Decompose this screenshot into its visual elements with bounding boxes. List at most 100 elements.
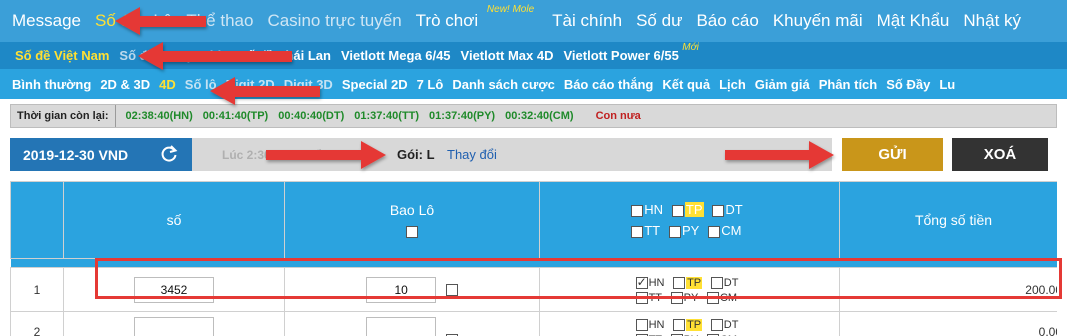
row-index: 1 (10, 267, 64, 312)
row-province-dt: DT (723, 318, 739, 331)
tab-7-lo[interactable]: 7 Lô (417, 77, 444, 92)
new-badge: New! Mole (486, 4, 535, 15)
lottery-type-navigation: Số đề Việt Nam Số đề Campuchia Số đề Thá… (0, 42, 1067, 69)
row-province-hn: HN (648, 318, 665, 331)
nav-message[interactable]: Message (12, 11, 81, 31)
row-checkbox-dt[interactable] (710, 318, 723, 331)
nav-lo[interactable]: Lô (153, 11, 172, 31)
tab-4d[interactable]: 4D (159, 77, 176, 92)
tab-phan-tich[interactable]: Phân tích (819, 77, 878, 92)
row-total: 200.00 (839, 267, 1057, 312)
row-checkbox-cm[interactable] (706, 291, 719, 304)
row-checkbox-tt[interactable] (635, 291, 648, 304)
header-province-tp: TP (684, 202, 704, 217)
row-checkbox-dt[interactable] (710, 276, 723, 289)
tab-digit-2d[interactable]: Digit 2D (226, 77, 275, 92)
nav-nhat-ky[interactable]: Nhật ký (963, 11, 1021, 31)
tab-bao-cao-thang[interactable]: Báo cáo thắng (564, 77, 654, 92)
row-checkbox-hn[interactable] (635, 318, 648, 331)
tab-so-lo[interactable]: Số lô (185, 77, 217, 92)
date-selector[interactable]: 2019-12-30 VND (10, 138, 192, 171)
countdown-bar: Thời gian còn lại: 02:38:40(HN) 00:41:40… (10, 104, 1057, 128)
subnav-vietlott-power-label: Vietlott Power 6/55 (563, 48, 679, 63)
header-checkbox-dt[interactable] (712, 204, 725, 217)
header-checkbox-py[interactable] (669, 225, 682, 238)
tab-danh-sach-cuoc[interactable]: Danh sách cược (452, 77, 554, 92)
row-province-tt: TT (648, 291, 663, 304)
connection-status: Con nưa (595, 110, 641, 122)
bet-table: số Bao Lô HN TP DT TT PY CM Tổng số tiền… (10, 181, 1057, 336)
row-province-tp: TP (686, 318, 703, 331)
nav-bao-cao[interactable]: Báo cáo (696, 11, 758, 31)
tab-lu[interactable]: Lu (939, 77, 955, 92)
header-so: số (63, 181, 285, 259)
tab-so-day[interactable]: Số Đầy (886, 77, 930, 92)
subnav-vietlott-power[interactable]: Vietlott Power 6/55 Mới (563, 42, 698, 63)
nav-so-de[interactable]: Số đề (95, 11, 139, 31)
header-bao-lo-label: Bao Lô (389, 202, 435, 218)
package-label: Gói: L (397, 147, 435, 162)
tab-special-2d[interactable]: Special 2D (342, 77, 408, 92)
refresh-icon[interactable] (160, 144, 178, 164)
subnav-so-de-thai-lan[interactable]: Số đề Thái Lan (238, 48, 330, 63)
nav-tai-chinh[interactable]: Tài chính (552, 11, 622, 31)
header-bao-lo: Bao Lô (284, 181, 540, 259)
nav-casino[interactable]: Casino trực tuyến (267, 11, 401, 31)
row-province-py: PY (683, 291, 699, 304)
bao-lo-input[interactable] (366, 317, 437, 336)
tab-lich[interactable]: Lịch (719, 77, 746, 92)
tab-ket-qua[interactable]: Kết quả (662, 77, 710, 92)
subnav-vietlott-max[interactable]: Vietlott Max 4D (461, 48, 554, 63)
header-checkbox-tt[interactable] (631, 225, 644, 238)
header-province-cm: CM (721, 223, 742, 238)
table-row: 2 HN TP DT TT PY CM (10, 311, 1057, 336)
subnav-vietlott-mega[interactable]: Vietlott Mega 6/45 (341, 48, 451, 63)
row-province-dt: DT (723, 276, 739, 289)
app-root: Message Số đề Lô Thể thao Casino trực tu… (0, 0, 1067, 336)
tab-2d-3d[interactable]: 2D & 3D (100, 77, 150, 92)
row-checkbox-hn[interactable] (635, 275, 648, 289)
row-checkbox-py[interactable] (670, 291, 683, 304)
subnav-so-de-viet-nam[interactable]: Số đề Việt Nam (15, 48, 109, 63)
info-text: Lúc 2:36 Thời điểm (222, 147, 332, 162)
countdown-cm: 00:32:40(CM) (505, 110, 574, 122)
header-provinces: HN TP DT TT PY CM (539, 181, 840, 259)
header-checkbox-cm[interactable] (708, 225, 721, 238)
submit-button[interactable]: GỬI (842, 138, 943, 171)
header-province-hn: HN (644, 202, 664, 217)
bao-lo-select-all-checkbox[interactable] (406, 226, 418, 238)
countdown-py: 01:37:40(PY) (429, 110, 496, 122)
countdown-label: Thời gian còn lại: (11, 105, 116, 127)
tab-digit-3d[interactable]: Digit 3D (284, 77, 333, 92)
header-checkbox-tp[interactable] (671, 204, 684, 217)
nav-so-du[interactable]: Số dư (636, 11, 682, 31)
change-package-link[interactable]: Thay đổi (447, 147, 497, 162)
nav-the-thao[interactable]: Thể thao (186, 11, 253, 31)
countdown-tp: 00:41:40(TP) (202, 110, 269, 122)
row-province-cm: CM (719, 291, 738, 304)
header-province-py: PY (682, 223, 700, 238)
row-checkbox-tp[interactable] (673, 318, 686, 331)
subnav-so-de-campuchia[interactable]: Số đề Campuchia (119, 48, 228, 63)
row-total: 0.00 (839, 311, 1057, 336)
nav-khuyen-mai[interactable]: Khuyến mãi (773, 11, 863, 31)
new-badge: Mới (682, 42, 699, 53)
date-label: 2019-12-30 VND (23, 146, 129, 163)
tab-giam-gia[interactable]: Giảm giá (755, 77, 810, 92)
nav-mat-khau[interactable]: Mật Khẩu (877, 11, 950, 31)
nav-tro-choi[interactable]: Trò chơi New! Mole (416, 4, 534, 31)
header-province-dt: DT (725, 202, 743, 217)
number-input[interactable]: 3452 (134, 276, 214, 303)
bao-lo-checkbox[interactable] (445, 284, 458, 297)
bao-lo-input[interactable]: 10 (366, 276, 437, 303)
tab-binh-thuong[interactable]: Bình thường (12, 77, 91, 92)
header-checkbox-hn[interactable] (631, 204, 644, 217)
countdown-dt: 00:40:40(DT) (278, 110, 345, 122)
countdown-tt: 01:37:40(TT) (354, 110, 420, 122)
row-province-tp: TP (686, 276, 703, 289)
row-checkbox-tp[interactable] (673, 276, 686, 289)
header-total: Tổng số tiền (839, 181, 1057, 259)
number-input[interactable] (134, 317, 214, 336)
table-row: 1 3452 10 HN TP DT TT PY CM (10, 267, 1057, 312)
delete-button[interactable]: XOÁ (952, 138, 1048, 171)
